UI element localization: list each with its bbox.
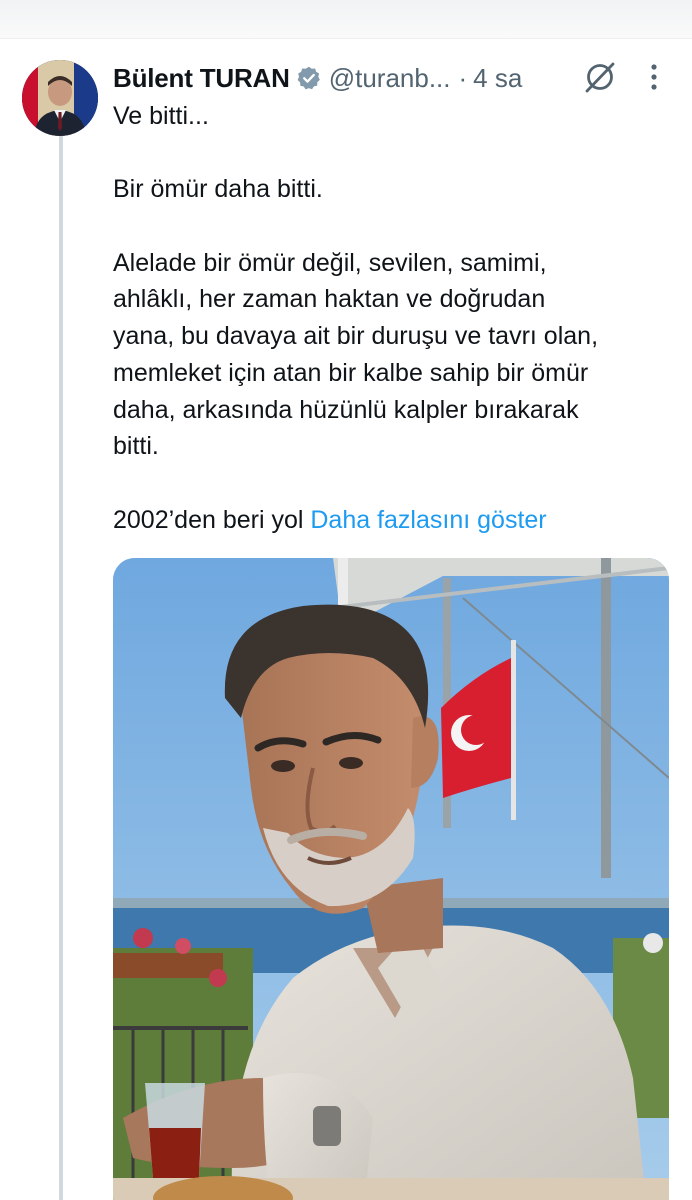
tweet-truncated-text: 2002’den beri yol — [113, 505, 311, 534]
thread-connector-line — [59, 134, 63, 1200]
tweet-header: Bülent TURAN @turanb... · 4 sa — [113, 58, 522, 98]
author-name[interactable]: Bülent TURAN — [113, 63, 290, 94]
tweet-line: ahlâklı, her zaman haktan ve doğrudan — [113, 285, 546, 314]
avatar[interactable] — [22, 60, 98, 136]
tweet-last-line: 2002’den beri yol Daha fazlasını göster — [113, 502, 673, 539]
more-vertical-icon[interactable] — [642, 62, 666, 92]
paragraph-break — [113, 465, 673, 502]
tweet-detail-screen: Bülent TURAN @turanb... · 4 sa Ve bitti.… — [0, 0, 692, 1200]
paragraph-break — [113, 208, 673, 245]
separator-dot: · — [458, 62, 468, 93]
tweet-line: Ve bitti... — [113, 102, 209, 130]
tweet-timestamp[interactable]: 4 sa — [473, 63, 522, 94]
tweet-line: memleket için atan bir kalbe sahip bir ö… — [113, 358, 589, 387]
tweet-line: daha, arkasında hüzünlü kalpler bırakara… — [113, 395, 579, 424]
tweet-line: bitti. — [113, 432, 159, 461]
author-handle[interactable]: @turanb... — [329, 63, 451, 94]
grok-icon[interactable] — [583, 60, 617, 94]
tweet-line: Bir ömür daha bitti. — [113, 175, 323, 204]
show-more-link[interactable]: Daha fazlasını göster — [310, 506, 546, 534]
tweet-photo[interactable] — [113, 558, 669, 1200]
tweet-body: Ve bitti... Bir ömür daha bitti. Alelade… — [113, 98, 673, 538]
tweet-line: yana, bu davaya ait bir duruşu ve tavrı … — [113, 322, 599, 351]
previous-tweet-edge — [0, 0, 692, 39]
verified-badge-icon — [296, 65, 322, 91]
paragraph-break — [113, 135, 673, 172]
tweet-line: Alelade bir ömür değil, sevilen, samimi, — [113, 248, 547, 277]
